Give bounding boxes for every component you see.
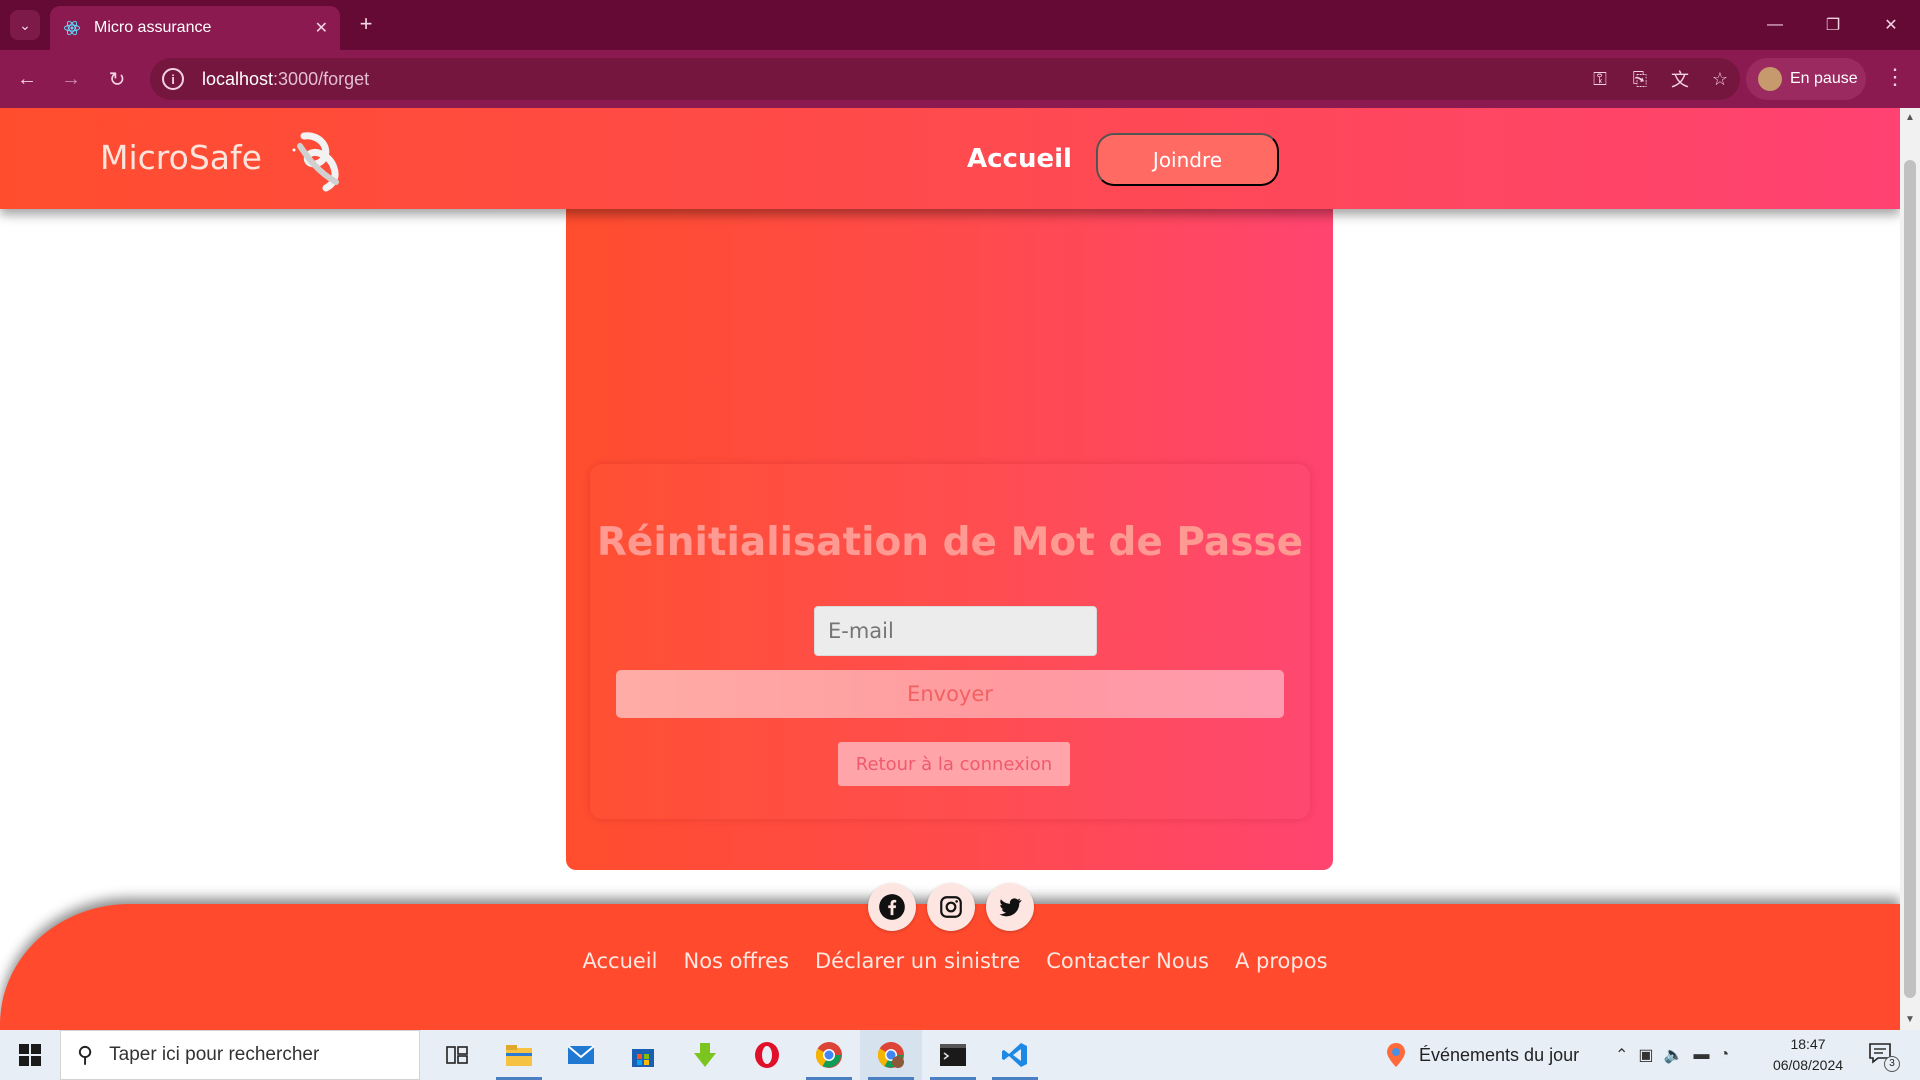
twitter-icon[interactable] — [986, 883, 1034, 931]
new-tab-button[interactable]: + — [354, 12, 378, 36]
vscode-icon[interactable] — [984, 1030, 1046, 1080]
tab-title: Micro assurance — [94, 19, 212, 36]
opera-icon[interactable] — [736, 1030, 798, 1080]
taskbar-search-placeholder: Taper ici pour rechercher — [109, 1044, 320, 1065]
browser-tab-bar: ⌄ Micro assurance ✕ + — ❐ ✕ — [0, 0, 1920, 50]
download-manager-icon[interactable] — [674, 1030, 736, 1080]
facebook-icon[interactable] — [868, 883, 916, 931]
taskbar: ⚲ Taper ici pour rechercher Événements d… — [0, 1030, 1920, 1080]
events-label: Événements du jour — [1419, 1044, 1580, 1065]
footer-link-accueil[interactable]: Accueil — [582, 949, 657, 973]
terminal-icon[interactable] — [922, 1030, 984, 1080]
profile-button[interactable]: En pause — [1746, 58, 1866, 100]
brand-name[interactable]: MicroSafe — [100, 138, 262, 177]
taskbar-search[interactable]: ⚲ Taper ici pour rechercher — [60, 1030, 420, 1080]
footer-link-offres[interactable]: Nos offres — [683, 949, 789, 973]
install-icon[interactable]: ⎘ — [1620, 69, 1660, 90]
taskbar-apps — [426, 1030, 1046, 1080]
email-field[interactable] — [814, 606, 1097, 656]
back-to-login-button[interactable]: Retour à la connexion — [838, 742, 1070, 786]
task-view-icon[interactable] — [426, 1030, 488, 1080]
footer-link-sinistre[interactable]: Déclarer un sinistre — [815, 949, 1020, 973]
mail-icon[interactable] — [550, 1030, 612, 1080]
key-icon[interactable]: ⚿ — [1580, 69, 1620, 90]
site-info-icon[interactable]: i — [162, 68, 184, 90]
wifi-icon[interactable]: ◔ — [1719, 1046, 1729, 1064]
join-button[interactable]: Joindre — [1096, 133, 1279, 186]
minimize-button[interactable]: — — [1746, 0, 1804, 50]
nav-home-link[interactable]: Accueil — [967, 144, 1072, 174]
system-clock[interactable]: 18:47 06/08/2024 — [1758, 1034, 1858, 1076]
restore-button[interactable]: ❐ — [1804, 0, 1862, 50]
system-tray: ⌃ ▣ 🔈 ▬ ◔ — [1615, 1030, 1729, 1080]
tab-search-button[interactable]: ⌄ — [10, 10, 40, 40]
window-controls: — ❐ ✕ — [1746, 0, 1920, 50]
send-button[interactable]: Envoyer — [616, 670, 1284, 718]
forward-button[interactable]: → — [56, 64, 86, 94]
browser-tab[interactable]: Micro assurance ✕ — [50, 6, 340, 50]
bookmark-star-icon[interactable]: ☆ — [1700, 69, 1740, 90]
social-links — [868, 883, 1034, 931]
chevron-up-icon[interactable]: ⌃ — [1615, 1045, 1628, 1065]
network-status-icon[interactable]: ▣ — [1638, 1045, 1653, 1065]
page-title: Réinitialisation de Mot de Passe — [596, 520, 1304, 565]
volume-icon[interactable]: 🔈 — [1664, 1045, 1684, 1065]
url-host: localhost — [202, 68, 274, 89]
footer-link-apropos[interactable]: A propos — [1235, 949, 1328, 973]
url-path: :3000/forget — [273, 68, 370, 89]
screen: ⌄ Micro assurance ✕ + — ❐ ✕ ← → ↻ i loca… — [0, 0, 1920, 1080]
page-scrollbar[interactable]: ▲ ▼ — [1900, 108, 1920, 1030]
profile-label: En pause — [1790, 70, 1858, 87]
close-tab-icon[interactable]: ✕ — [315, 18, 328, 38]
footer-link-contact[interactable]: Contacter Nous — [1046, 949, 1209, 973]
file-explorer-icon[interactable] — [488, 1030, 550, 1080]
events-widget[interactable]: Événements du jour — [1385, 1030, 1579, 1080]
scroll-thumb[interactable] — [1904, 160, 1916, 998]
windows-start-icon[interactable] — [0, 1030, 60, 1080]
search-icon: ⚲ — [77, 1042, 94, 1067]
site-header: MicroSafe Accueil Joindre — [0, 108, 1900, 209]
knot-logo-icon — [292, 132, 339, 192]
reset-panel: Réinitialisation de Mot de Passe Envoyer… — [566, 168, 1333, 870]
store-icon[interactable] — [612, 1030, 674, 1080]
avatar — [1758, 67, 1782, 91]
notification-count: 3 — [1884, 1056, 1900, 1072]
footer-nav: Accueil Nos offres Déclarer un sinistre … — [0, 949, 1900, 973]
reload-button[interactable]: ↻ — [102, 64, 132, 94]
chrome-profile-icon[interactable] — [860, 1030, 922, 1080]
page-viewport: MicroSafe Accueil Joindre Réinitialisati… — [0, 108, 1900, 1030]
browser-menu-icon[interactable]: ⋮ — [1880, 64, 1910, 94]
clock-time: 18:47 — [1790, 1036, 1826, 1052]
events-pin-icon — [1387, 1043, 1405, 1067]
browser-toolbar: ← → ↻ i localhost:3000/forget ⚿ ⎘ 文 ☆ En… — [0, 50, 1920, 108]
reset-card: Réinitialisation de Mot de Passe Envoyer… — [590, 464, 1310, 819]
instagram-icon[interactable] — [927, 883, 975, 931]
battery-icon[interactable]: ▬ — [1693, 1046, 1709, 1064]
chrome-icon[interactable] — [798, 1030, 860, 1080]
close-window-button[interactable]: ✕ — [1862, 0, 1920, 50]
react-icon — [62, 18, 82, 38]
clock-date: 06/08/2024 — [1772, 1057, 1844, 1073]
notification-icon[interactable]: 3 — [1868, 1042, 1900, 1072]
translate-icon[interactable]: 文 — [1660, 66, 1700, 92]
back-button[interactable]: ← — [12, 64, 42, 94]
address-bar[interactable]: i localhost:3000/forget ⚿ ⎘ 文 ☆ — [150, 58, 1740, 100]
scroll-up-icon[interactable]: ▲ — [1900, 108, 1920, 128]
scroll-down-icon[interactable]: ▼ — [1900, 1010, 1920, 1030]
address-bar-actions: ⚿ ⎘ 文 ☆ — [1580, 58, 1740, 100]
